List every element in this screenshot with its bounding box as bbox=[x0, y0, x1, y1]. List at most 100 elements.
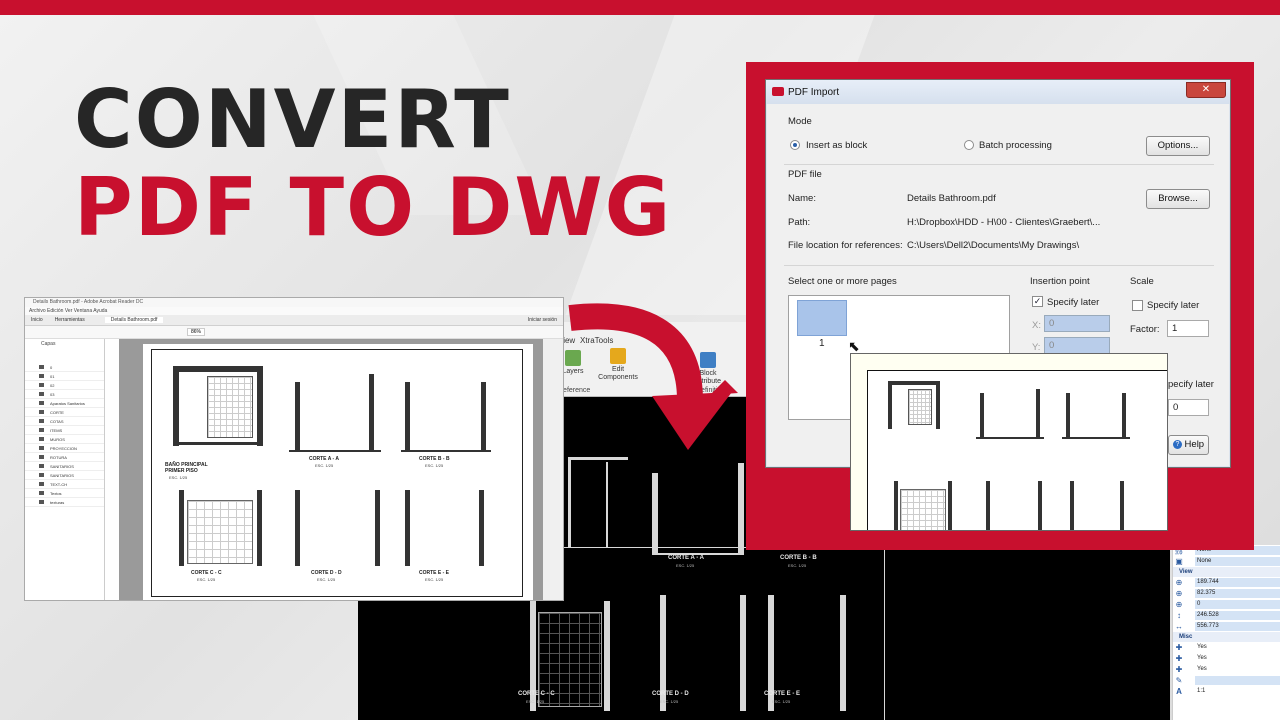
property-value[interactable]: 0 bbox=[1195, 600, 1280, 609]
layer-row[interactable]: MUROS bbox=[25, 435, 104, 444]
eye-icon[interactable] bbox=[39, 491, 44, 495]
center-y-icon: ⊕ bbox=[1175, 589, 1183, 598]
eye-icon[interactable] bbox=[39, 401, 44, 405]
browse-button[interactable]: Browse... bbox=[1146, 189, 1210, 209]
rotation-input[interactable]: 0 bbox=[1168, 399, 1209, 416]
property-value[interactable]: Yes bbox=[1195, 654, 1280, 663]
headline-line-1: CONVERT bbox=[74, 73, 511, 166]
property-row[interactable]: ✚ Yes bbox=[1173, 664, 1280, 675]
property-row[interactable]: ↔ 556.773 bbox=[1173, 621, 1280, 632]
eye-icon[interactable] bbox=[39, 473, 44, 477]
section-wall bbox=[986, 481, 990, 530]
layers-panel[interactable]: Capas 0 01 02 03 Aparatos Sanitarios CORTE COT… bbox=[25, 339, 105, 600]
property-row[interactable]: ⊕ 0 bbox=[1173, 599, 1280, 610]
layer-row[interactable]: ITEMS bbox=[25, 426, 104, 435]
cad-scale-corte-d: ESC. 1/25 bbox=[660, 699, 679, 704]
property-row[interactable]: ⊕ 82.375 bbox=[1173, 588, 1280, 599]
batch-processing-label[interactable]: Batch processing bbox=[979, 140, 1052, 151]
property-value[interactable]: 1:1 bbox=[1195, 687, 1280, 696]
cad-caption-corte-d: CORTE D - D bbox=[652, 691, 689, 697]
section-wall bbox=[481, 382, 486, 452]
help-button[interactable]: ? Help bbox=[1168, 435, 1209, 455]
property-row[interactable]: ✚ Yes bbox=[1173, 653, 1280, 664]
layer-row[interactable]: 03 bbox=[25, 390, 104, 399]
eye-icon[interactable] bbox=[39, 464, 44, 468]
property-value[interactable]: 556.773 bbox=[1195, 622, 1280, 631]
tab-document[interactable]: Details Bathroom.pdf bbox=[104, 317, 164, 323]
eye-icon[interactable] bbox=[39, 428, 44, 432]
x-input[interactable]: 0 bbox=[1044, 315, 1110, 332]
pdf-canvas[interactable]: BAÑO PRINCIPAL PRIMER PISO ESC. 1/25 COR… bbox=[119, 339, 563, 600]
eye-icon[interactable] bbox=[39, 374, 44, 378]
property-value[interactable] bbox=[1195, 676, 1280, 685]
property-row[interactable]: ✎ bbox=[1173, 675, 1280, 686]
property-row[interactable]: ↕ 246.528 bbox=[1173, 610, 1280, 621]
layer-row[interactable]: 0 bbox=[25, 363, 104, 372]
pdf-viewer-menu[interactable]: Archivo Edición Ver Ventana Ayuda bbox=[25, 307, 563, 315]
options-button[interactable]: Options... bbox=[1146, 136, 1210, 156]
layer-row[interactable]: Aparatos Sanitarios bbox=[25, 399, 104, 408]
eye-icon[interactable] bbox=[39, 392, 44, 396]
property-value[interactable]: 189.744 bbox=[1195, 578, 1280, 587]
batch-processing-radio[interactable] bbox=[964, 140, 974, 150]
layer-row[interactable]: ROTURA bbox=[25, 453, 104, 462]
layer-row[interactable]: SANITARIOS bbox=[25, 471, 104, 480]
layer-row[interactable]: TEXT-CH bbox=[25, 480, 104, 489]
cad-caption-corte-b: CORTE B - B bbox=[780, 555, 817, 561]
eye-icon[interactable] bbox=[39, 410, 44, 414]
layer-row[interactable]: COTAS bbox=[25, 417, 104, 426]
property-value[interactable]: Yes bbox=[1195, 665, 1280, 674]
name-label: Name: bbox=[788, 193, 816, 204]
eye-icon[interactable] bbox=[39, 446, 44, 450]
layer-row[interactable]: Textos bbox=[25, 489, 104, 498]
sign-in-button[interactable]: Iniciar sesión bbox=[522, 317, 563, 323]
properties-misc-header[interactable]: Misc bbox=[1173, 632, 1280, 642]
eye-icon[interactable] bbox=[39, 419, 44, 423]
property-row[interactable]: A 1:1 bbox=[1173, 686, 1280, 697]
property-value[interactable]: 246.528 bbox=[1195, 611, 1280, 620]
eye-icon[interactable] bbox=[39, 383, 44, 387]
section-divider bbox=[784, 265, 1214, 266]
insertion-specify-later-label[interactable]: Specify later bbox=[1047, 297, 1099, 308]
tab-inicio[interactable]: Inicio bbox=[25, 317, 49, 323]
pdf-viewer-window[interactable]: Details Bathroom.pdf - Adobe Acrobat Rea… bbox=[24, 297, 564, 601]
scale-specify-later-checkbox[interactable] bbox=[1132, 300, 1143, 311]
property-row[interactable]: ⊕ 189.744 bbox=[1173, 577, 1280, 588]
eye-icon[interactable] bbox=[39, 365, 44, 369]
property-row[interactable]: ▣ None bbox=[1173, 556, 1280, 567]
close-button[interactable]: ✕ bbox=[1186, 82, 1226, 98]
property-row[interactable]: ✚ Yes bbox=[1173, 642, 1280, 653]
properties-panel[interactable]: ⛓ None ▣ None View ⊕ 189.744 ⊕ 82.375 ⊕ 0 ↕ 24… bbox=[1172, 545, 1280, 720]
scale-specify-later-label[interactable]: Specify later bbox=[1147, 300, 1199, 311]
layer-row[interactable]: 01 bbox=[25, 372, 104, 381]
eye-icon[interactable] bbox=[39, 455, 44, 459]
property-value[interactable]: Yes bbox=[1195, 643, 1280, 652]
zoom-field[interactable]: 86% bbox=[187, 328, 206, 336]
factor-input[interactable]: 1 bbox=[1167, 320, 1209, 337]
y-input[interactable]: 0 bbox=[1044, 337, 1110, 354]
property-value[interactable]: 82.375 bbox=[1195, 589, 1280, 598]
eye-icon[interactable] bbox=[39, 437, 44, 441]
rotation-specify-later-label[interactable]: pecify later bbox=[1168, 379, 1214, 390]
layer-row[interactable]: CORTE bbox=[25, 408, 104, 417]
insert-as-block-radio[interactable] bbox=[790, 140, 800, 150]
plan-wall bbox=[888, 381, 940, 385]
pdf-caption-corte-c: CORTE C - C bbox=[191, 570, 222, 576]
pdf-page: BAÑO PRINCIPAL PRIMER PISO ESC. 1/25 COR… bbox=[143, 344, 533, 600]
cad-caption-corte-c: CORTE C - C bbox=[518, 691, 555, 697]
layer-row[interactable]: 02 bbox=[25, 381, 104, 390]
tab-herramientas[interactable]: Herramientas bbox=[49, 317, 91, 323]
layer-row[interactable]: texturas bbox=[25, 498, 104, 507]
eye-icon[interactable] bbox=[39, 482, 44, 486]
insert-as-block-label[interactable]: Insert as block bbox=[806, 140, 867, 151]
layer-row[interactable]: PROYECCION bbox=[25, 444, 104, 453]
section-wall bbox=[604, 601, 610, 711]
layer-row[interactable]: SANITARIOS bbox=[25, 462, 104, 471]
dialog-title-bar[interactable]: PDF Import ✕ bbox=[766, 80, 1230, 104]
eye-icon[interactable] bbox=[39, 500, 44, 504]
properties-view-header[interactable]: View bbox=[1173, 567, 1280, 577]
property-value[interactable]: None bbox=[1195, 557, 1280, 566]
layer-label: texturas bbox=[50, 499, 65, 505]
page-thumbnail[interactable] bbox=[797, 300, 847, 336]
insertion-specify-later-checkbox[interactable]: ✓ bbox=[1032, 296, 1043, 307]
